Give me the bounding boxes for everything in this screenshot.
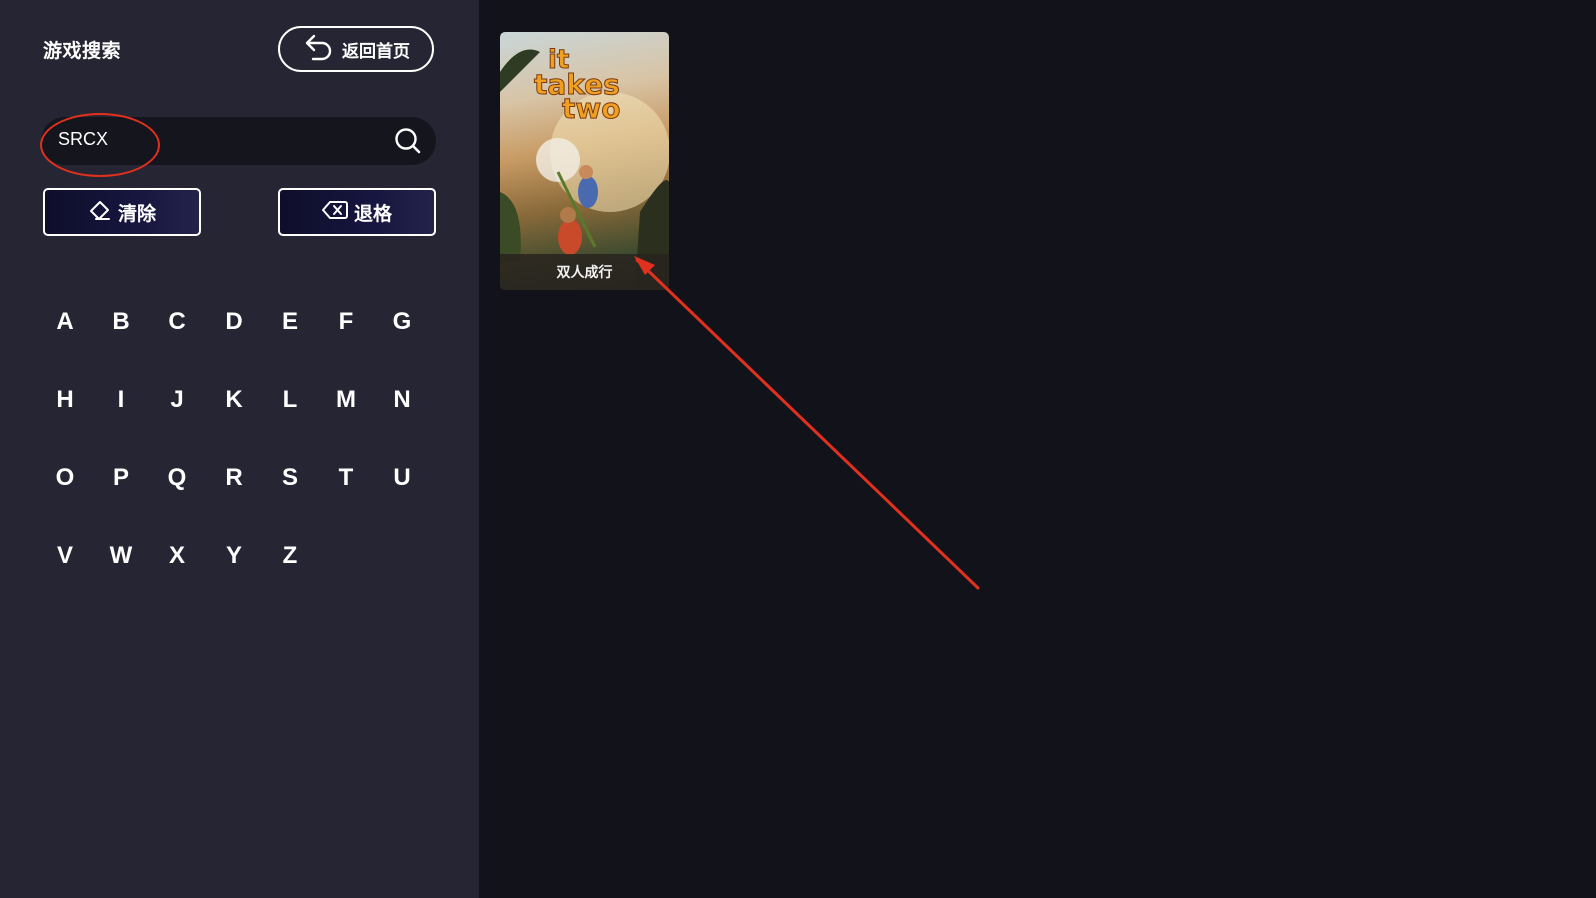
key-c[interactable]: C <box>149 300 205 344</box>
back-to-home-label: 返回首页 <box>342 41 410 62</box>
game-search-screen: 游戏搜索 返回首页 SRCX 清除 退格 A B C D E F G H I J… <box>0 0 1596 898</box>
key-g[interactable]: G <box>374 300 430 344</box>
results-area: it takes two 双人成行 <box>479 0 1596 898</box>
undo-arrow-icon <box>302 32 336 66</box>
key-a[interactable]: A <box>37 300 93 344</box>
key-h[interactable]: H <box>37 378 93 422</box>
cover-logo-line-3: two <box>562 92 621 125</box>
key-u[interactable]: U <box>374 456 430 500</box>
key-p[interactable]: P <box>93 456 149 500</box>
game-card[interactable]: it takes two 双人成行 <box>500 32 669 290</box>
back-to-home-button[interactable]: 返回首页 <box>278 26 434 72</box>
key-o[interactable]: O <box>37 456 93 500</box>
search-sidebar: 游戏搜索 返回首页 SRCX 清除 退格 A B C D E F G H I J… <box>0 0 479 898</box>
game-cover-image: it takes two <box>500 45 669 290</box>
page-title: 游戏搜索 <box>43 40 122 62</box>
key-z[interactable]: Z <box>262 534 318 578</box>
search-icon[interactable] <box>394 127 422 159</box>
eraser-icon <box>88 198 112 227</box>
key-e[interactable]: E <box>262 300 318 344</box>
backspace-button[interactable]: 退格 <box>278 188 436 236</box>
key-i[interactable]: I <box>93 378 149 422</box>
key-q[interactable]: Q <box>149 456 205 500</box>
backspace-icon <box>321 199 348 226</box>
search-input[interactable]: SRCX <box>41 117 436 165</box>
game-title: 双人成行 <box>500 254 669 290</box>
key-k[interactable]: K <box>206 378 262 422</box>
key-v[interactable]: V <box>37 534 93 578</box>
key-b[interactable]: B <box>93 300 149 344</box>
key-j[interactable]: J <box>149 378 205 422</box>
key-w[interactable]: W <box>93 534 149 578</box>
key-x[interactable]: X <box>149 534 205 578</box>
clear-button[interactable]: 清除 <box>43 188 201 236</box>
key-m[interactable]: M <box>318 378 374 422</box>
key-f[interactable]: F <box>318 300 374 344</box>
backspace-button-label: 退格 <box>353 202 392 225</box>
key-t[interactable]: T <box>318 456 374 500</box>
key-r[interactable]: R <box>206 456 262 500</box>
search-input-value: SRCX <box>58 129 109 149</box>
key-y[interactable]: Y <box>206 534 262 578</box>
clear-button-label: 清除 <box>117 202 156 225</box>
key-l[interactable]: L <box>262 378 318 422</box>
key-d[interactable]: D <box>206 300 262 344</box>
key-n[interactable]: N <box>374 378 430 422</box>
key-s[interactable]: S <box>262 456 318 500</box>
